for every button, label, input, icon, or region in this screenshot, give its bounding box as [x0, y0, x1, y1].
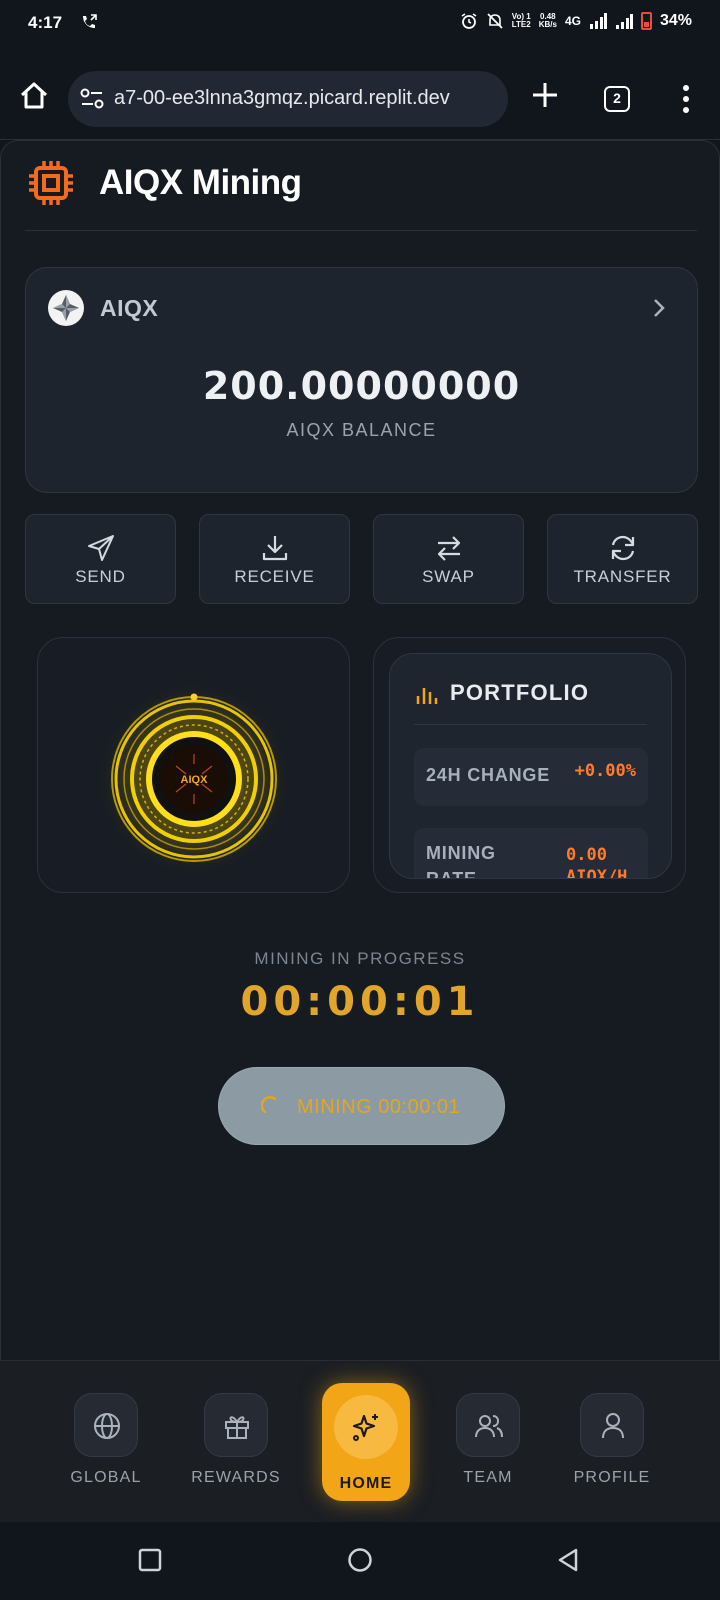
nav-rewards-label: REWARDS — [191, 1469, 281, 1486]
recents-icon[interactable] — [136, 1546, 164, 1574]
balance-card[interactable]: AIQX 200.00000000 AIQX BALANCE — [25, 267, 698, 493]
chevron-right-icon[interactable] — [647, 294, 671, 322]
transfer-label: TRANSFER — [573, 567, 672, 586]
app-title: AIQX Mining — [99, 163, 302, 202]
bar-chart-icon — [416, 688, 438, 704]
change-row: 24H CHANGE +0.00% — [414, 748, 648, 806]
portfolio-card: PORTFOLIO 24H CHANGE +0.00% MINING RATE … — [373, 637, 686, 893]
nav-team[interactable]: TEAM — [428, 1361, 548, 1523]
swap-icon — [437, 536, 460, 561]
browser-toolbar: a7-00-ee3lnna3gmqz.picard.replit.dev 2 — [0, 46, 720, 140]
home-icon[interactable] — [18, 80, 50, 112]
rate-value: 0.00 AIQX/H — [566, 845, 628, 879]
transfer-button[interactable]: TRANSFER — [547, 514, 698, 604]
status-time: 4:17 — [28, 13, 63, 32]
call-forward-icon — [80, 13, 98, 35]
status-icons: Vo) 1 LTE2 0.48 KB/s 4G 34% — [460, 12, 692, 30]
send-label: SEND — [75, 567, 126, 586]
nav-global[interactable]: GLOBAL — [46, 1361, 166, 1523]
nav-team-icon-box — [456, 1393, 520, 1457]
aiqx-token-icon — [48, 290, 84, 326]
network-type: 4G — [564, 14, 581, 28]
alarm-icon — [461, 13, 477, 29]
status-bar: 4:17 Vo) 1 LTE2 0.48 KB/s 4G 34% — [0, 0, 720, 46]
mining-timer: 00:00:01 — [240, 979, 480, 1025]
balance-amount: 200.00000000 — [202, 364, 521, 408]
signal-icon — [589, 13, 607, 29]
nav-home[interactable]: HOME — [322, 1383, 410, 1501]
nav-rewards-icon-box — [204, 1393, 268, 1457]
volte-indicator: Vo) 1 LTE2 — [511, 12, 531, 29]
mining-orb-card[interactable]: AIQX — [37, 637, 350, 893]
mining-orb: AIQX — [94, 679, 294, 879]
mining-button-label: MINING 00:00:01 — [297, 1096, 461, 1118]
url-text: a7-00-ee3lnna3gmqz.picard.replit.dev — [114, 87, 450, 109]
portfolio-title: PORTFOLIO — [450, 680, 590, 705]
orb-label: AIQX — [181, 774, 209, 786]
nav-home-icon-circle — [334, 1395, 398, 1459]
mining-button[interactable]: MINING 00:00:01 — [218, 1067, 505, 1145]
new-tab-icon[interactable] — [530, 80, 560, 110]
swap-label: SWAP — [422, 567, 475, 586]
receive-label: RECEIVE — [234, 567, 315, 586]
gift-icon — [225, 1416, 249, 1439]
app-header: AIQX Mining — [25, 159, 697, 231]
more-menu-icon[interactable] — [676, 84, 696, 114]
swap-button[interactable]: SWAP — [373, 514, 524, 604]
app-page: AIQX Mining AIQX 200.00000000 AIQX BALAN… — [0, 140, 720, 1360]
speed-indicator: 0.48 KB/s — [538, 12, 557, 29]
receive-button[interactable]: RECEIVE — [199, 514, 350, 604]
nav-profile-icon-box — [580, 1393, 644, 1457]
sparkles-icon — [352, 1414, 378, 1441]
back-icon[interactable] — [554, 1546, 582, 1574]
nav-profile-label: PROFILE — [573, 1469, 651, 1486]
nav-team-label: TEAM — [463, 1469, 513, 1486]
nav-rewards[interactable]: REWARDS — [176, 1361, 296, 1523]
globe-icon — [94, 1413, 120, 1439]
rate-label: MINING RATE — [426, 843, 496, 879]
refresh-icon — [611, 535, 634, 561]
nav-home-label: HOME — [339, 1475, 393, 1492]
nav-global-icon-box — [74, 1393, 138, 1457]
spinner-icon — [261, 1096, 277, 1114]
rate-row: MINING RATE 0.00 AIQX/H — [414, 828, 648, 879]
action-buttons: SEND RECEIVE SWAP TRANSFER — [25, 514, 698, 606]
battery-icon — [640, 12, 652, 30]
change-value: +0.00% — [574, 761, 636, 781]
users-icon — [475, 1415, 503, 1438]
mining-status: MINING IN PROGRESS — [254, 949, 466, 968]
download-icon — [262, 536, 287, 561]
system-nav-bar — [0, 1522, 720, 1600]
mute-icon — [487, 13, 503, 29]
signal-icon-2 — [615, 14, 633, 29]
nav-global-label: GLOBAL — [70, 1469, 142, 1486]
battery-percent: 34% — [659, 12, 692, 29]
send-icon — [87, 535, 114, 561]
token-name: AIQX — [100, 295, 159, 321]
portfolio-inner: PORTFOLIO 24H CHANGE +0.00% MINING RATE … — [389, 653, 672, 879]
site-settings-icon[interactable] — [80, 88, 104, 110]
portfolio-divider — [414, 724, 647, 725]
user-icon — [602, 1413, 624, 1439]
nav-profile[interactable]: PROFILE — [552, 1361, 672, 1523]
bottom-nav: GLOBAL REWARDS HOME TEAM PROFILE — [0, 1360, 720, 1522]
change-label: 24H CHANGE — [426, 765, 551, 785]
balance-label: AIQX BALANCE — [286, 420, 437, 440]
home-circle-icon[interactable] — [346, 1546, 374, 1574]
url-bar[interactable]: a7-00-ee3lnna3gmqz.picard.replit.dev — [68, 71, 508, 127]
tab-count-button[interactable]: 2 — [604, 86, 630, 112]
send-button[interactable]: SEND — [25, 514, 176, 604]
cpu-chip-icon — [29, 161, 73, 205]
